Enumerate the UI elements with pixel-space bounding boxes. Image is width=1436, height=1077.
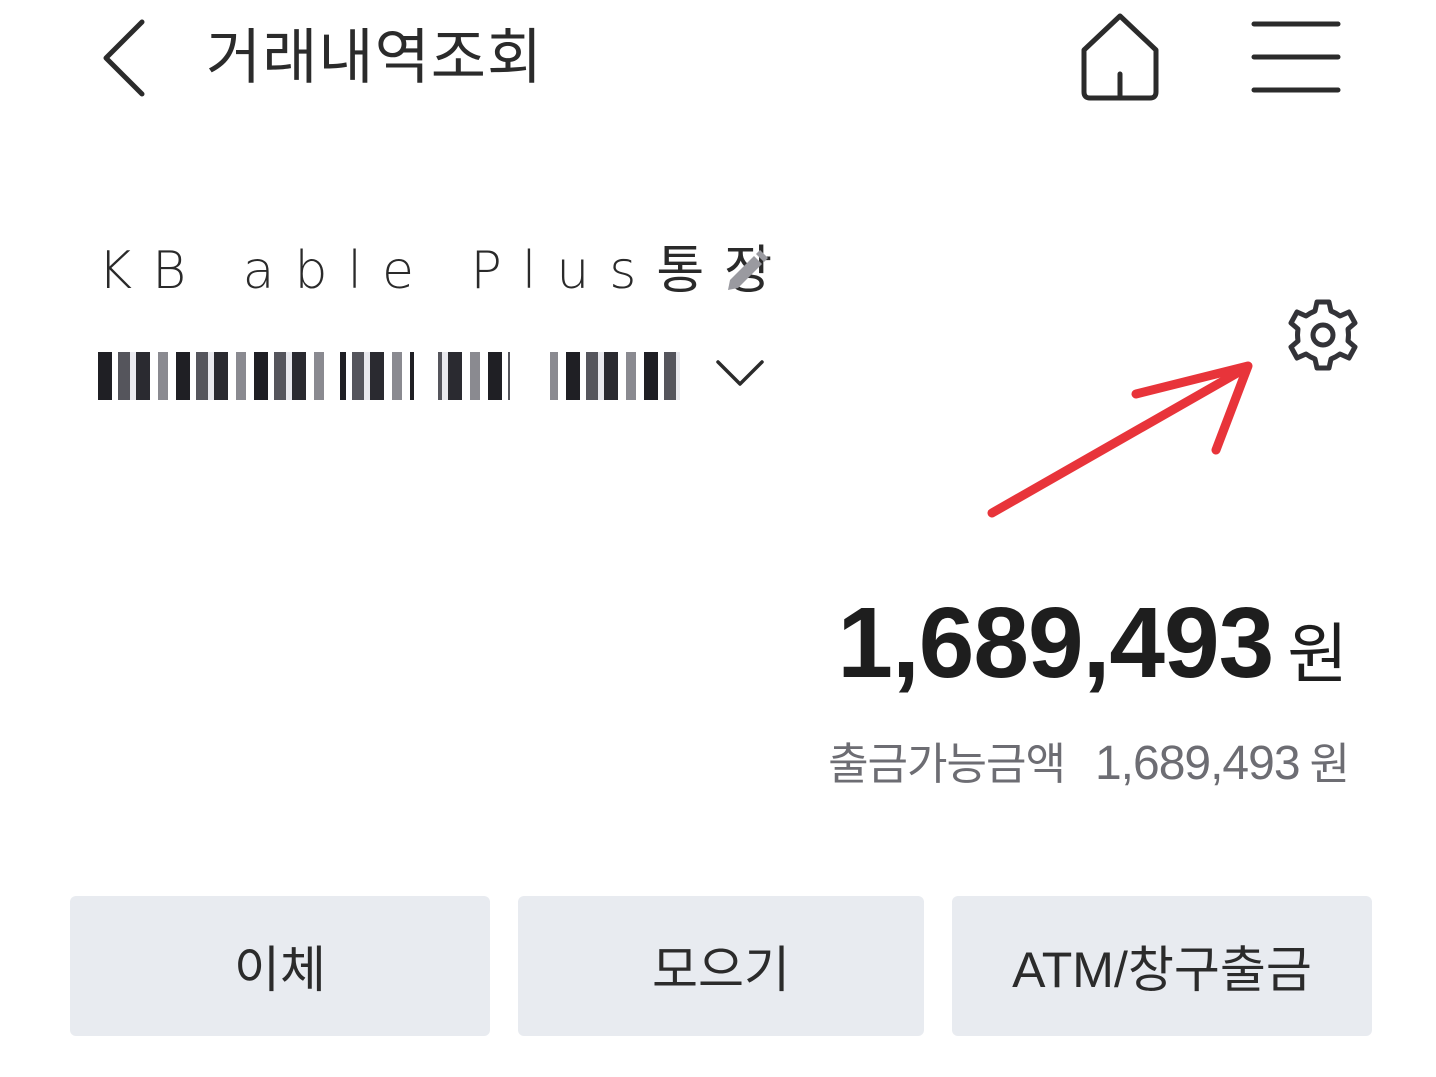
withdrawable-label: 출금가능금액 — [828, 739, 1066, 790]
page-title: 거래내역조회 — [206, 23, 544, 93]
home-icon — [1081, 13, 1159, 101]
account-settings-button[interactable] — [1284, 296, 1362, 374]
balance-amount: 1,689,493 — [837, 587, 1274, 699]
gear-icon — [1288, 299, 1358, 371]
atm-withdrawal-button[interactable]: ATM/창구출금 — [952, 896, 1372, 1036]
withdrawable-value: 1,689,493 — [1094, 737, 1301, 790]
back-button[interactable] — [96, 14, 156, 102]
account-name: KB able Plus통장 — [98, 241, 793, 301]
hamburger-menu-icon — [1251, 21, 1341, 93]
mask-gap — [98, 342, 680, 352]
menu-button[interactable] — [1246, 14, 1346, 100]
account-select-dropdown[interactable] — [712, 348, 768, 392]
pencil-icon — [728, 250, 768, 290]
withdrawable-unit: 원 — [1309, 739, 1350, 790]
edit-account-name-button[interactable] — [720, 248, 770, 298]
annotation-arrow-icon — [980, 350, 1270, 530]
balance-unit: 원 — [1287, 616, 1348, 693]
account-number-masked[interactable] — [98, 342, 680, 406]
chevron-down-icon — [716, 360, 764, 386]
collect-button[interactable]: 모으기 — [518, 896, 924, 1036]
withdrawable-amount: 출금가능금액 1,689,493 원 — [828, 728, 1350, 792]
balance: 1,689,493 원 — [837, 586, 1348, 699]
mask-gap — [98, 400, 680, 406]
transfer-button[interactable]: 이체 — [70, 896, 490, 1036]
chevron-left-icon — [103, 19, 145, 97]
home-button[interactable] — [1072, 8, 1168, 108]
